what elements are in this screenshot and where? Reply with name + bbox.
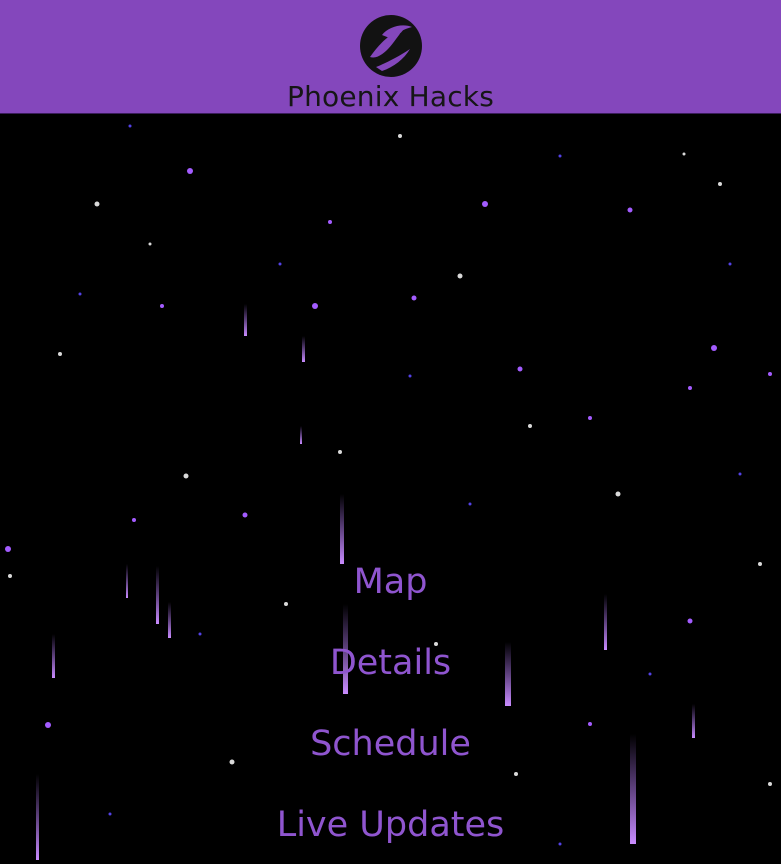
menu-item-details[interactable]: Details (0, 643, 781, 683)
menu-item-schedule[interactable]: Schedule (0, 724, 781, 764)
menu-item-map[interactable]: Map (0, 562, 781, 602)
phoenix-logo-icon (360, 15, 422, 77)
menu-item-live-updates[interactable]: Live Updates (0, 805, 781, 845)
app-header: Phoenix Hacks (0, 0, 781, 114)
app-title: Phoenix Hacks (287, 80, 494, 113)
